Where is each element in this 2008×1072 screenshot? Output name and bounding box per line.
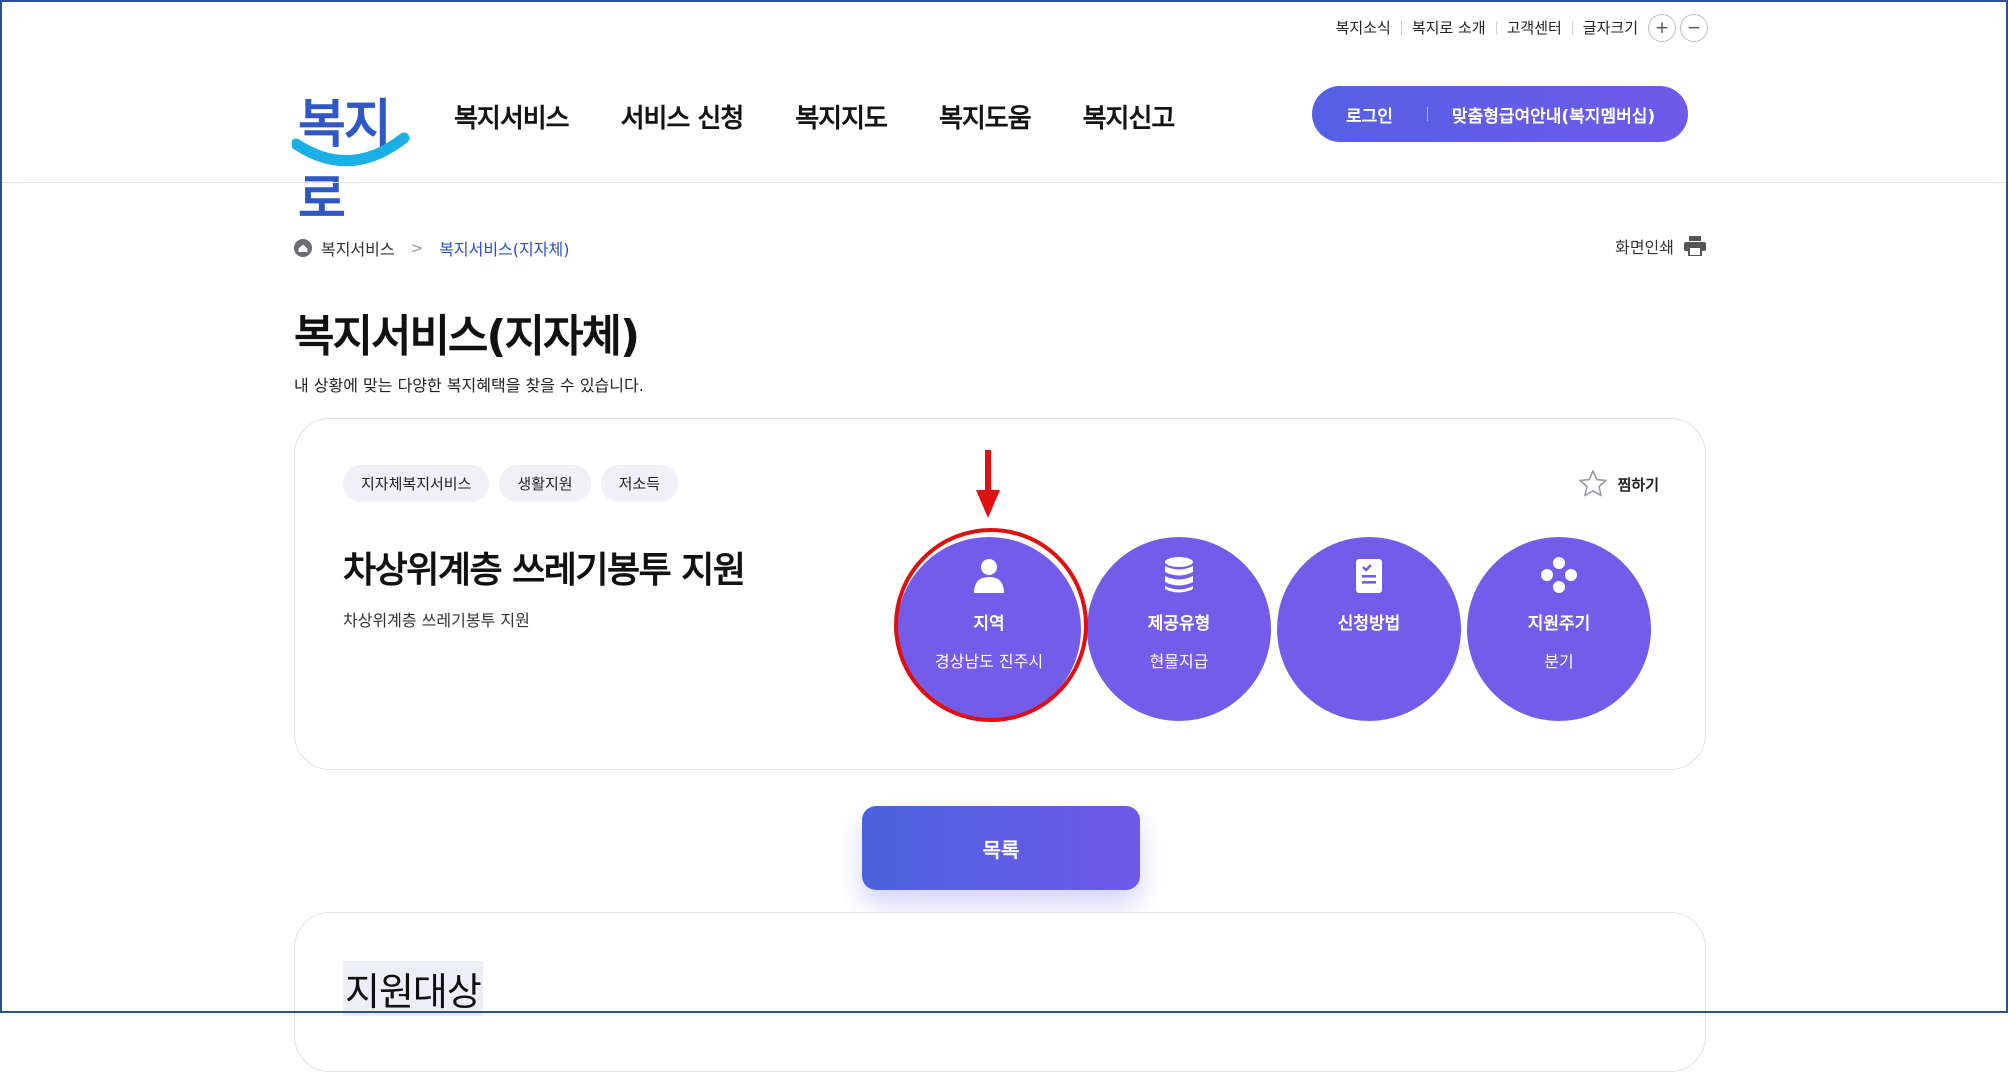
nav-welfare-help[interactable]: 복지도움 xyxy=(939,98,1032,135)
service-tags: 지자체복지서비스 생활지원 저소득 xyxy=(343,465,679,502)
info-provide-type-label: 제공유형 xyxy=(1147,614,1211,634)
membership-button[interactable]: 맞춤형급여안내(복지멤버십) xyxy=(1428,102,1655,127)
service-description: 차상위계층 쓰레기봉투 지원 xyxy=(343,611,530,630)
nav-welfare-service[interactable]: 복지서비스 xyxy=(454,98,570,135)
breadcrumb-current: 복지서비스(지자체) xyxy=(439,240,570,259)
util-link-news[interactable]: 복지소식 xyxy=(1326,21,1401,36)
main-nav: 복지서비스 서비스 신청 복지지도 복지도움 복지신고 xyxy=(454,98,1226,135)
tag-low-income: 저소득 xyxy=(600,465,679,502)
util-link-support[interactable]: 고객센터 xyxy=(1495,21,1572,36)
info-support-cycle: 지원주기 분기 xyxy=(1467,537,1651,721)
list-button[interactable]: 목록 xyxy=(862,806,1140,890)
page-description: 내 상황에 맞는 다양한 복지혜택을 찾을 수 있습니다. xyxy=(294,376,644,395)
red-arrow-annotation xyxy=(976,450,1000,518)
font-size-decrease-button[interactable]: − xyxy=(1680,14,1708,42)
star-icon xyxy=(1578,470,1607,497)
service-title: 차상위계층 쓰레기봉투 지원 xyxy=(343,550,746,591)
database-icon xyxy=(1165,557,1193,593)
login-membership-bar: 로그인 맞춤형급여안내(복지멤버십) xyxy=(1312,86,1688,142)
info-apply-method-label: 신청방법 xyxy=(1337,614,1401,634)
breadcrumb-parent[interactable]: 복지서비스 xyxy=(321,236,395,260)
clipboard-icon xyxy=(1356,559,1382,593)
section-title: 지원대상 xyxy=(343,961,483,1016)
font-size-label: 글자크기 xyxy=(1571,21,1644,36)
favorite-button[interactable]: 찜하기 xyxy=(1578,469,1659,499)
info-apply-method: 신청방법 xyxy=(1277,537,1461,721)
info-provide-type-value: 현물지급 xyxy=(1149,652,1209,671)
nav-welfare-map[interactable]: 복지지도 xyxy=(795,98,888,135)
diamond-dots-icon xyxy=(1541,557,1577,593)
smile-icon xyxy=(292,132,410,166)
login-button[interactable]: 로그인 xyxy=(1312,102,1427,127)
home-icon[interactable] xyxy=(294,239,312,257)
nav-service-apply[interactable]: 서비스 신청 xyxy=(621,98,745,135)
printer-icon xyxy=(1684,236,1706,256)
bokjiro-logo[interactable]: 복지로 xyxy=(292,82,412,230)
util-link-about[interactable]: 복지로 소개 xyxy=(1400,21,1496,36)
page-title: 복지서비스(지자체) xyxy=(294,311,640,362)
print-button[interactable]: 화면인쇄 xyxy=(1615,234,1706,258)
utility-nav: 복지소식 복지로 소개 고객센터 글자크기 + − xyxy=(1326,14,1708,42)
print-label: 화면인쇄 xyxy=(1615,238,1674,257)
info-support-cycle-label: 지원주기 xyxy=(1527,614,1591,634)
tag-living-support: 생활지원 xyxy=(499,465,591,502)
info-support-cycle-value: 분기 xyxy=(1544,652,1574,671)
favorite-label: 찜하기 xyxy=(1617,475,1659,494)
font-size-increase-button[interactable]: + xyxy=(1648,14,1676,42)
info-provide-type: 제공유형 현물지급 xyxy=(1087,537,1271,721)
header-divider xyxy=(2,182,2006,183)
breadcrumb: 복지서비스 > 복지서비스(지자체) xyxy=(294,236,569,260)
eligibility-section: 지원대상 xyxy=(294,912,1706,1072)
red-highlight-circle xyxy=(894,528,1088,722)
tag-local-welfare: 지자체복지서비스 xyxy=(343,465,490,502)
breadcrumb-separator: > xyxy=(410,239,424,257)
nav-welfare-report[interactable]: 복지신고 xyxy=(1083,98,1176,135)
